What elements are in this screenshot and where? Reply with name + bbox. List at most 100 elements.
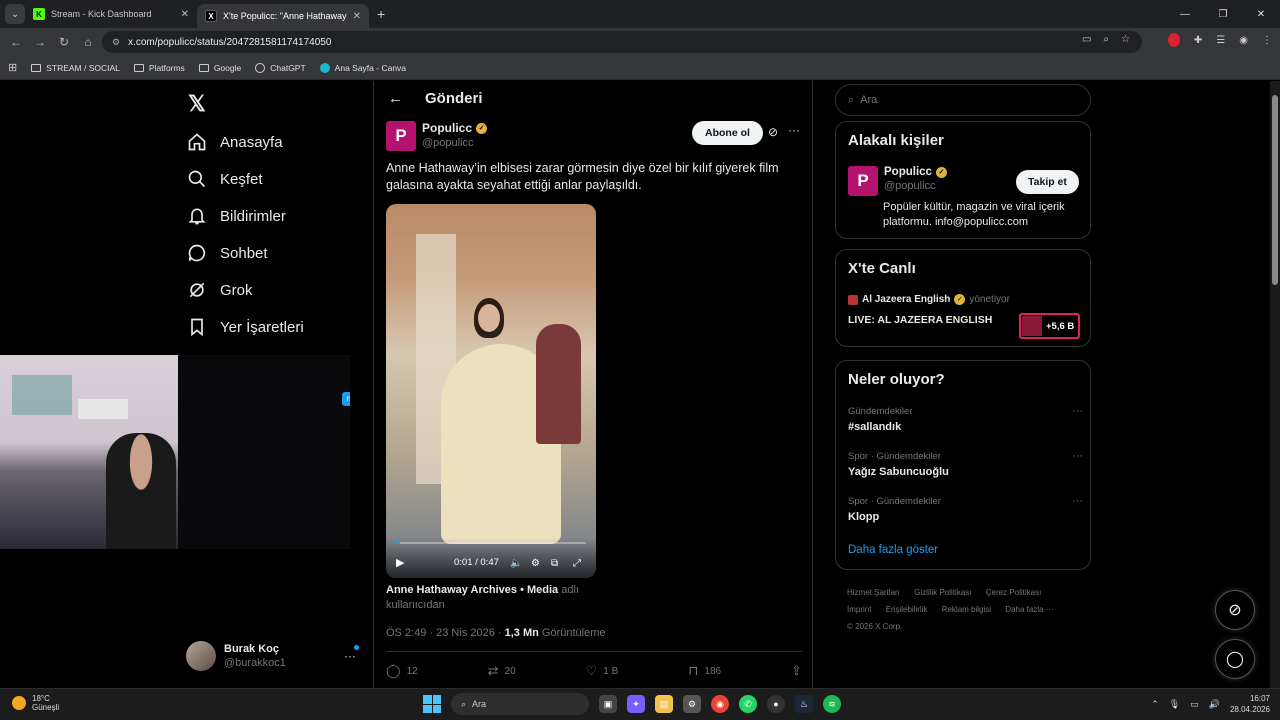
chrome-icon[interactable]: ◉ <box>711 695 729 713</box>
video-progress-bar[interactable] <box>396 542 586 544</box>
nav-item-home[interactable]: Anasayfa <box>186 131 283 153</box>
live-listeners-badge[interactable]: +5,6 B <box>1019 313 1080 339</box>
subscribe-button[interactable]: Abone ol <box>692 121 763 145</box>
app-icon[interactable]: ● <box>767 695 785 713</box>
settings-icon[interactable]: ⚙ <box>531 558 540 569</box>
grok-icon[interactable]: ⊘ <box>768 125 778 139</box>
close-window-button[interactable]: ✕ <box>1242 0 1280 28</box>
footer-link[interactable]: Hizmet Şartları <box>847 588 900 597</box>
nav-item-bookmarks[interactable]: Yer İşaretleri <box>186 316 304 338</box>
repost-button[interactable]: ⇄ 20 <box>488 663 516 679</box>
play-icon[interactable]: ▶ <box>396 556 404 569</box>
reading-list-icon[interactable]: ☰ <box>1216 35 1225 46</box>
close-icon[interactable]: ✕ <box>181 9 189 20</box>
grok-fab-button[interactable]: ⊘ <box>1215 590 1255 630</box>
chat-fab-button[interactable]: ◯ <box>1215 639 1255 679</box>
nav-item-chat[interactable]: Sohbet <box>186 242 268 264</box>
steam-icon[interactable]: ♨ <box>795 695 813 713</box>
post-timestamp[interactable]: ÖS 2:49 · 23 Nis 2026 · <box>386 627 505 639</box>
bookmark-folder-stream-social[interactable]: STREAM / SOCIAL <box>31 63 120 73</box>
search-input[interactable]: ⌕ Ara <box>835 84 1091 116</box>
more-icon[interactable]: ··· <box>1072 495 1083 507</box>
profile-icon[interactable]: ◉ <box>1239 35 1248 46</box>
footer-link[interactable]: İmprint <box>847 605 871 614</box>
whatsapp-icon[interactable]: ✆ <box>739 695 757 713</box>
footer-link[interactable]: Erişilebilirlik <box>886 605 928 614</box>
taskbar-search[interactable]: ⌕ Ara <box>451 693 589 715</box>
new-tab-button[interactable]: + <box>377 6 385 22</box>
share-button[interactable]: ⇪ <box>791 663 802 679</box>
minimize-button[interactable]: — <box>1166 0 1204 28</box>
windows-start-icon[interactable] <box>423 695 441 713</box>
attribution-source-link[interactable]: Anne Hathaway Archives • Media <box>386 584 558 596</box>
tab-kick-dashboard[interactable]: K Stream - Kick Dashboard ✕ <box>25 0 197 28</box>
microphone-icon[interactable]: 🎙 <box>1169 699 1180 710</box>
menu-icon[interactable]: ⋮ <box>1262 35 1272 46</box>
footer-link[interactable]: Gizlilik Politikası <box>914 588 971 597</box>
bookmark-folder-google[interactable]: Google <box>198 63 241 73</box>
address-bar[interactable]: ⚙ x.com/populicc/status/2047281581174174… <box>102 31 1142 53</box>
forward-arrow-icon[interactable]: → <box>28 35 52 49</box>
more-icon[interactable]: ··· <box>344 649 356 663</box>
follow-button[interactable]: Takip et <box>1016 170 1079 194</box>
cast-icon[interactable]: ▭ <box>1082 34 1091 45</box>
star-icon[interactable]: ☆ <box>1121 34 1130 45</box>
live-title[interactable]: LIVE: AL JAZEERA ENGLISH <box>848 314 992 326</box>
extension-icon[interactable] <box>1167 33 1180 47</box>
copilot-icon[interactable]: ✦ <box>627 695 645 713</box>
reply-button[interactable]: ◯ 12 <box>386 663 418 679</box>
volume-icon[interactable]: 🔈 <box>510 558 522 569</box>
back-arrow-icon[interactable]: ← <box>4 35 28 49</box>
video-player[interactable]: ▶ 0:01 / 0:47 🔈 ⚙ ⧉ ⤢ <box>386 204 596 578</box>
reload-icon[interactable]: ↻ <box>52 35 76 49</box>
tab-x-post[interactable]: X X'te Populicc: "Anne Hathaway' ✕ <box>197 4 369 28</box>
page-scrollbar[interactable] <box>1270 81 1280 688</box>
chevron-up-icon[interactable]: ⌃ <box>1151 699 1159 710</box>
network-icon[interactable]: ▭ <box>1190 699 1199 710</box>
bookmark-canva[interactable]: Ana Sayfa - Canva <box>319 62 406 73</box>
bookmark-folder-platforms[interactable]: Platforms <box>133 63 185 73</box>
zoom-icon[interactable]: ⌕ <box>1103 34 1109 45</box>
nav-item-grok[interactable]: Grok <box>186 279 253 301</box>
site-info-icon[interactable]: ⚙ <box>112 37 120 48</box>
show-more-link[interactable]: Daha fazla göster <box>848 544 938 556</box>
trend-item[interactable]: Spor · Gündemdekiler Yağız Sabuncuoğlu <box>848 451 949 478</box>
footer-link[interactable]: Reklam bilgisi <box>942 605 991 614</box>
volume-icon[interactable]: 🔊 <box>1209 699 1220 710</box>
post-author[interactable]: P Populicc ✓ @populicc <box>386 121 488 151</box>
pip-icon[interactable]: ⧉ <box>551 558 558 569</box>
x-logo-icon[interactable]: 𝕏 <box>188 91 206 117</box>
avatar[interactable]: P <box>386 121 416 151</box>
footer-link[interactable]: Daha fazla ··· <box>1005 605 1053 614</box>
clock[interactable]: 16:07 28.04.2026 <box>1230 693 1270 715</box>
trend-item[interactable]: Gündemdekiler #sallandık <box>848 406 912 433</box>
back-arrow-icon[interactable]: ← <box>388 90 403 107</box>
nav-item-explore[interactable]: Keşfet <box>186 168 263 190</box>
like-button[interactable]: ♡ 1 B <box>586 663 619 679</box>
more-icon[interactable]: ··· <box>788 123 800 137</box>
fullscreen-icon[interactable]: ⤢ <box>573 558 581 569</box>
puzzle-icon[interactable]: ✚ <box>1194 35 1202 46</box>
author-name[interactable]: Populicc ✓ <box>422 121 488 135</box>
settings-icon[interactable]: ⚙ <box>683 695 701 713</box>
file-explorer-icon[interactable]: ▤ <box>655 695 673 713</box>
footer-link[interactable]: Çerez Politikası <box>986 588 1042 597</box>
more-icon[interactable]: ··· <box>1072 405 1083 417</box>
live-source[interactable]: Al Jazeera English ✓ yönetiyor <box>848 294 1010 305</box>
task-view-icon[interactable]: ▣ <box>599 695 617 713</box>
bookmark-button[interactable]: ⊓ 186 <box>688 663 721 679</box>
avatar[interactable]: P <box>848 166 878 196</box>
account-switcher[interactable]: Burak Koç @burakkoc1 ··· <box>186 641 359 671</box>
nav-item-notifications[interactable]: Bildirimler <box>186 205 286 227</box>
home-icon[interactable]: ⌂ <box>76 35 100 49</box>
spotify-icon[interactable]: ≋ <box>823 695 841 713</box>
scrollbar-thumb[interactable] <box>1272 95 1278 285</box>
trend-item[interactable]: Spor · Gündemdekiler Klopp <box>848 496 941 523</box>
close-icon[interactable]: ✕ <box>353 11 361 22</box>
tab-search-button[interactable]: ⌄ <box>5 4 25 24</box>
weather-widget[interactable]: 18°C Güneşli <box>12 694 59 712</box>
bookmark-chatgpt[interactable]: ChatGPT <box>255 62 306 73</box>
apps-icon[interactable]: ⊞ <box>8 61 17 74</box>
related-person[interactable]: P Populicc ✓ @populicc <box>848 166 947 196</box>
more-icon[interactable]: ··· <box>1072 450 1083 462</box>
